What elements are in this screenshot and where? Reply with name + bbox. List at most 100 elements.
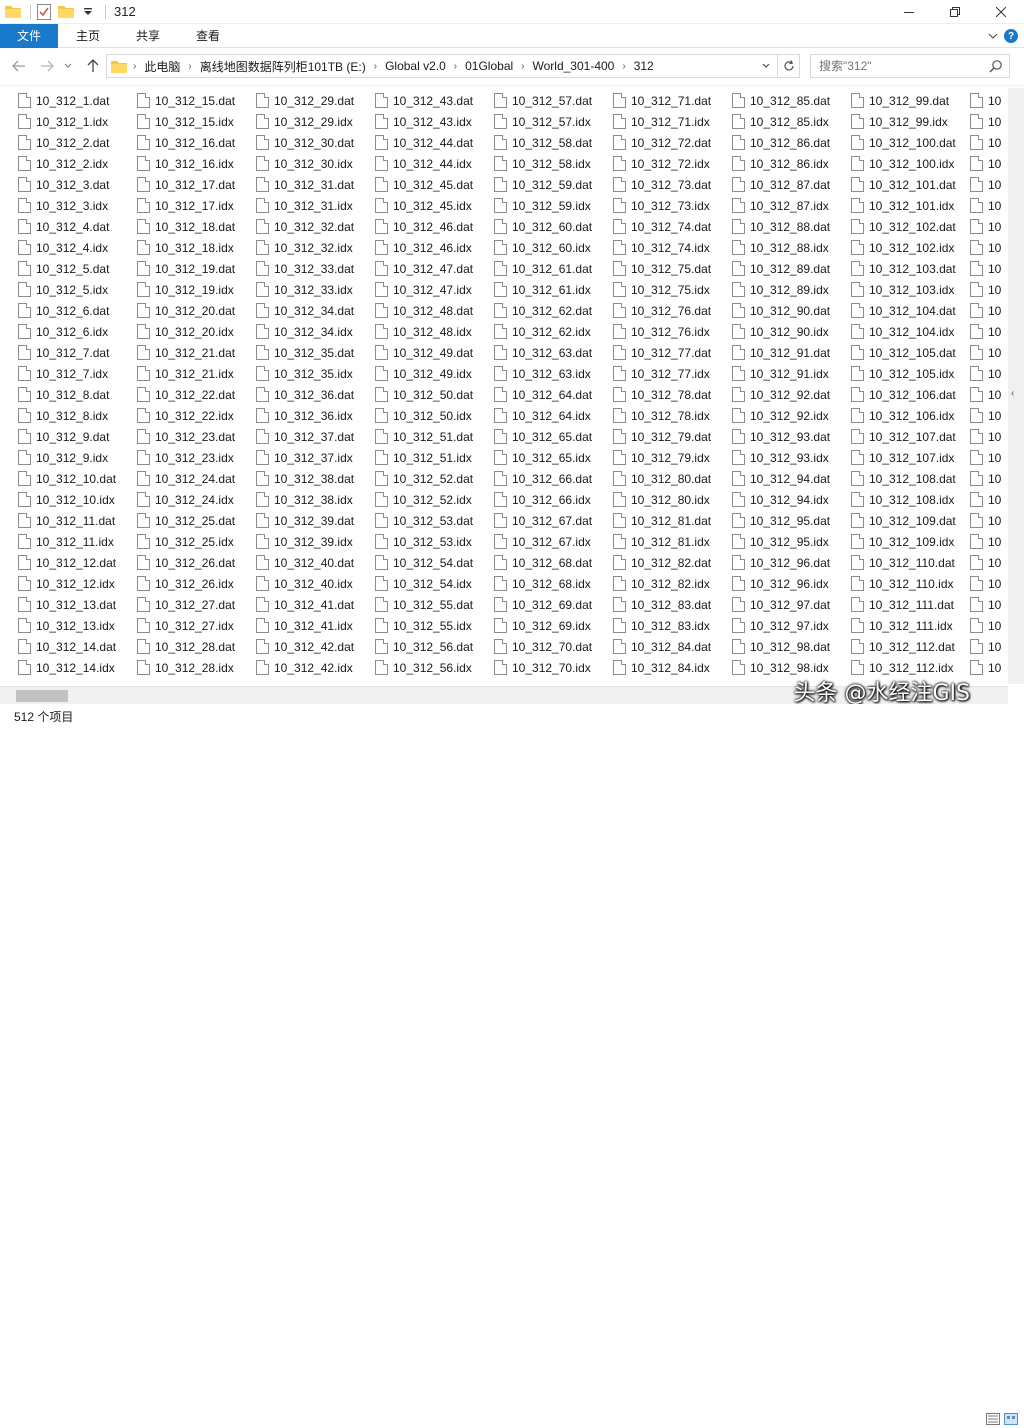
file-item[interactable]: 10_312_22.idx <box>137 405 235 426</box>
file-item[interactable]: 10_312_95.dat <box>732 510 830 531</box>
file-item[interactable]: 10 <box>970 111 1001 132</box>
file-item[interactable]: 10_312_62.dat <box>494 300 592 321</box>
file-item[interactable]: 10_312_78.idx <box>613 405 711 426</box>
file-item[interactable]: 10_312_31.idx <box>256 195 354 216</box>
file-item[interactable]: 10_312_29.dat <box>256 90 354 111</box>
file-item[interactable]: 10_312_57.dat <box>494 90 592 111</box>
chevron-down-icon[interactable] <box>759 59 773 73</box>
file-item[interactable]: 10_312_17.idx <box>137 195 235 216</box>
file-item[interactable]: 10_312_50.dat <box>375 384 473 405</box>
file-item[interactable]: 10_312_77.idx <box>613 363 711 384</box>
file-item[interactable]: 10_312_96.dat <box>732 552 830 573</box>
file-item[interactable]: 10_312_102.idx <box>851 237 956 258</box>
file-item[interactable]: 10_312_30.dat <box>256 132 354 153</box>
file-item[interactable]: 10_312_8.idx <box>18 405 116 426</box>
file-item[interactable]: 10_312_18.idx <box>137 237 235 258</box>
file-item[interactable]: 10_312_80.dat <box>613 468 711 489</box>
folder-icon[interactable] <box>4 3 22 21</box>
file-item[interactable]: 10 <box>970 363 1001 384</box>
file-item[interactable]: 10_312_38.idx <box>256 489 354 510</box>
file-item[interactable]: 10_312_13.idx <box>18 615 116 636</box>
file-item[interactable]: 10_312_1.dat <box>18 90 116 111</box>
file-item[interactable]: 10 <box>970 237 1001 258</box>
file-item[interactable]: 10_312_41.idx <box>256 615 354 636</box>
file-item[interactable]: 10_312_66.dat <box>494 468 592 489</box>
file-item[interactable]: 10 <box>970 279 1001 300</box>
file-item[interactable]: 10_312_87.dat <box>732 174 830 195</box>
file-item[interactable]: 10_312_105.idx <box>851 363 956 384</box>
forward-arrow-icon[interactable] <box>38 57 56 75</box>
file-item[interactable]: 10_312_99.idx <box>851 111 956 132</box>
file-item[interactable]: 10_312_5.idx <box>18 279 116 300</box>
file-item[interactable]: 10_312_55.idx <box>375 615 473 636</box>
file-item[interactable]: 10_312_96.idx <box>732 573 830 594</box>
file-item[interactable]: 10_312_70.dat <box>494 636 592 657</box>
file-item[interactable]: 10_312_109.idx <box>851 531 956 552</box>
details-view-icon[interactable] <box>986 1413 1000 1428</box>
file-item[interactable]: 10_312_78.dat <box>613 384 711 405</box>
file-item[interactable]: 10_312_103.dat <box>851 258 956 279</box>
file-item[interactable]: 10_312_99.dat <box>851 90 956 111</box>
search-icon[interactable] <box>989 59 1003 76</box>
file-item[interactable]: 10_312_94.idx <box>732 489 830 510</box>
file-item[interactable]: 10_312_40.idx <box>256 573 354 594</box>
file-item[interactable]: 10_312_104.dat <box>851 300 956 321</box>
file-item[interactable]: 10_312_13.dat <box>18 594 116 615</box>
file-item[interactable]: 10_312_44.idx <box>375 153 473 174</box>
file-item[interactable]: 10_312_12.dat <box>18 552 116 573</box>
file-item[interactable]: 10_312_42.idx <box>256 657 354 678</box>
file-item[interactable]: 10_312_21.dat <box>137 342 235 363</box>
restore-button[interactable] <box>932 0 978 24</box>
file-item[interactable]: 10_312_93.dat <box>732 426 830 447</box>
file-item[interactable]: 10_312_106.dat <box>851 384 956 405</box>
file-item[interactable]: 10_312_56.dat <box>375 636 473 657</box>
chevron-right-icon[interactable]: › <box>131 61 138 72</box>
file-item[interactable]: 10_312_41.dat <box>256 594 354 615</box>
file-item[interactable]: 10_312_46.dat <box>375 216 473 237</box>
file-item[interactable]: 10 <box>970 153 1001 174</box>
breadcrumb-global-v2[interactable]: Global v2.0 <box>379 59 452 73</box>
file-item[interactable]: 10 <box>970 552 1001 573</box>
file-item[interactable]: 10 <box>970 300 1001 321</box>
file-item[interactable]: 10_312_40.dat <box>256 552 354 573</box>
file-item[interactable]: 10_312_71.dat <box>613 90 711 111</box>
file-item[interactable]: 10_312_43.dat <box>375 90 473 111</box>
help-icon[interactable]: ? <box>1004 29 1018 43</box>
file-item[interactable]: 10_312_33.idx <box>256 279 354 300</box>
file-item[interactable]: 10_312_74.dat <box>613 216 711 237</box>
file-item[interactable]: 10_312_33.dat <box>256 258 354 279</box>
file-item[interactable]: 10_312_32.idx <box>256 237 354 258</box>
file-item[interactable]: 10_312_68.idx <box>494 573 592 594</box>
file-item[interactable]: 10_312_25.idx <box>137 531 235 552</box>
file-item[interactable]: 10_312_107.idx <box>851 447 956 468</box>
file-item[interactable]: 10_312_1.idx <box>18 111 116 132</box>
search-box[interactable] <box>810 54 1010 78</box>
file-item[interactable]: 10_312_11.dat <box>18 510 116 531</box>
file-item[interactable]: 10_312_2.dat <box>18 132 116 153</box>
file-item[interactable]: 10_312_89.idx <box>732 279 830 300</box>
file-item[interactable]: 10_312_63.idx <box>494 363 592 384</box>
file-item[interactable]: 10_312_20.dat <box>137 300 235 321</box>
tab-view[interactable]: 查看 <box>178 24 238 48</box>
file-item[interactable]: 10_312_21.idx <box>137 363 235 384</box>
file-item[interactable]: 10_312_81.idx <box>613 531 711 552</box>
file-item[interactable]: 10_312_49.dat <box>375 342 473 363</box>
file-item[interactable]: 10 <box>970 174 1001 195</box>
file-item[interactable]: 10 <box>970 132 1001 153</box>
file-item[interactable]: 10_312_36.dat <box>256 384 354 405</box>
file-item[interactable]: 10_312_35.dat <box>256 342 354 363</box>
minimize-button[interactable] <box>886 0 932 24</box>
file-item[interactable]: 10 <box>970 90 1001 111</box>
file-item[interactable]: 10_312_53.idx <box>375 531 473 552</box>
breadcrumb-drive[interactable]: 离线地图数据阵列柜101TB (E:) <box>194 58 372 75</box>
file-item[interactable]: 10_312_55.dat <box>375 594 473 615</box>
file-item[interactable]: 10_312_56.idx <box>375 657 473 678</box>
file-item[interactable]: 10_312_85.idx <box>732 111 830 132</box>
file-item[interactable]: 10_312_101.dat <box>851 174 956 195</box>
file-item[interactable]: 10_312_88.idx <box>732 237 830 258</box>
chevron-right-icon[interactable]: › <box>620 61 627 72</box>
file-item[interactable]: 10_312_7.dat <box>18 342 116 363</box>
file-item[interactable]: 10_312_101.idx <box>851 195 956 216</box>
file-item[interactable]: 10_312_86.dat <box>732 132 830 153</box>
file-item[interactable]: 10_312_50.idx <box>375 405 473 426</box>
